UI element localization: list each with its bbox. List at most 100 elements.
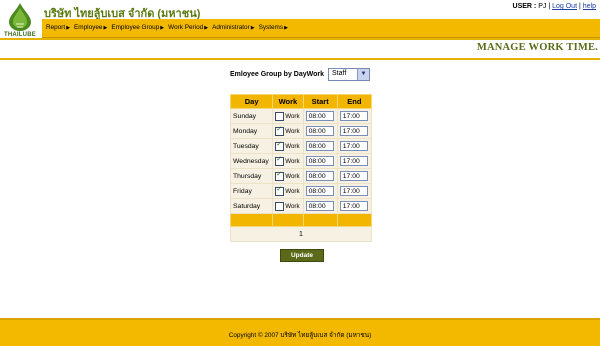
day-cell: Tuesday — [229, 138, 274, 154]
logout-link[interactable]: Log Out — [552, 3, 577, 10]
table-row: Tuesday Work 08:00 17:00 — [229, 138, 373, 154]
end-time-input[interactable]: 17:00 — [339, 186, 368, 196]
start-time-input[interactable]: 08:00 — [305, 126, 334, 136]
end-time-input[interactable]: 17:00 — [339, 141, 368, 151]
start-cell: 08:00 — [302, 198, 338, 214]
menu-item-label: Employee — [74, 24, 103, 31]
start-cell: 08:00 — [302, 138, 338, 154]
work-cell: Work — [272, 123, 304, 139]
work-checkbox[interactable] — [275, 125, 285, 136]
menu-item-systems[interactable]: Systems▶ — [259, 24, 288, 31]
arrow-right-icon: ▶ — [204, 25, 209, 31]
work-label: Work — [285, 112, 300, 120]
menu-item-label: Work Period — [168, 24, 204, 31]
start-cell: 08:00 — [302, 123, 338, 139]
title-divider — [0, 58, 600, 60]
pagination-row: 1 — [230, 226, 372, 242]
user-separator: | — [548, 3, 551, 10]
menu-item-label: Systems — [258, 24, 284, 31]
work-label: Work — [285, 172, 300, 180]
user-label: USER : — [512, 3, 537, 10]
group-select[interactable]: Staff ▼ — [328, 68, 370, 81]
day-cell: Saturday — [229, 198, 274, 214]
menu-item-employee-group[interactable]: Employee Group▶ — [111, 24, 164, 31]
menu-item-work-period[interactable]: Work Period▶ — [168, 24, 208, 31]
end-cell: 17:00 — [336, 183, 373, 199]
table-footer-row — [229, 213, 373, 227]
help-link[interactable]: help — [583, 3, 596, 10]
day-cell: Monday — [229, 123, 274, 139]
update-button[interactable]: Update — [280, 249, 324, 262]
start-time-input[interactable]: 08:00 — [305, 186, 334, 196]
arrow-right-icon: ▶ — [284, 25, 288, 31]
header-divider — [0, 38, 600, 40]
work-label: Work — [285, 157, 300, 165]
end-cell: 17:00 — [336, 123, 373, 139]
start-cell: 08:00 — [302, 183, 338, 199]
link-separator: | — [578, 3, 581, 10]
footer-cell — [229, 213, 274, 227]
work-label: Work — [285, 142, 300, 150]
work-checkbox[interactable] — [275, 155, 285, 166]
end-time-input[interactable]: 17:00 — [339, 126, 368, 136]
menu-bar: Report▶ Employee▶ Employee Group▶ Work Peri… — [42, 19, 600, 38]
work-label: Work — [285, 202, 300, 210]
header-day: Day — [229, 94, 274, 109]
menu-item-administrator[interactable]: Administrator▶ — [212, 24, 255, 31]
table-row: Thursday Work 08:00 17:00 — [229, 168, 373, 184]
work-checkbox[interactable] — [275, 140, 285, 151]
header-end: End — [336, 94, 373, 109]
group-filter-label: Emloyee Group by DayWork — [230, 71, 325, 78]
arrow-right-icon: ▶ — [103, 25, 108, 31]
day-cell: Wednesday — [229, 153, 274, 169]
start-cell: 08:00 — [302, 153, 338, 169]
end-time-input[interactable]: 17:00 — [339, 156, 368, 166]
work-cell: Work — [272, 183, 304, 199]
work-checkbox[interactable] — [275, 185, 285, 196]
menu-item-report[interactable]: Report▶ — [46, 24, 70, 31]
start-time-input[interactable]: 08:00 — [305, 141, 334, 151]
end-time-input[interactable]: 17:00 — [339, 111, 368, 121]
work-checkbox[interactable] — [275, 201, 285, 211]
end-time-input[interactable]: 17:00 — [339, 201, 368, 211]
end-cell: 17:00 — [336, 138, 373, 154]
table-row: Sunday Work 08:00 17:00 — [229, 108, 373, 124]
work-cell: Work — [272, 198, 304, 214]
footer: Copyright © 2007 บริษัท ไทยลู้บเบส จำกัด… — [0, 318, 600, 346]
work-checkbox[interactable] — [275, 111, 285, 121]
arrow-right-icon: ▶ — [160, 25, 165, 31]
start-cell: 08:00 — [302, 168, 338, 184]
work-label: Work — [285, 187, 300, 195]
end-cell: 17:00 — [336, 168, 373, 184]
start-time-input[interactable]: 08:00 — [305, 171, 334, 181]
day-cell: Thursday — [229, 168, 274, 184]
chevron-down-icon[interactable]: ▼ — [357, 69, 369, 80]
arrow-right-icon: ▶ — [250, 25, 255, 31]
start-time-input[interactable]: 08:00 — [305, 111, 334, 121]
menu-item-label: Report — [46, 24, 66, 31]
menu-item-employee[interactable]: Employee▶ — [74, 24, 107, 31]
user-name: PJ — [538, 3, 547, 10]
start-time-input[interactable]: 08:00 — [305, 201, 334, 211]
header-work: Work — [272, 94, 304, 109]
end-cell: 17:00 — [336, 198, 373, 214]
work-checkbox[interactable] — [275, 170, 285, 181]
group-select-value: Staff — [332, 70, 347, 77]
start-time-input[interactable]: 08:00 — [305, 156, 334, 166]
table-row: Saturday Work 08:00 17:00 — [229, 198, 373, 214]
thailube-logo-icon — [9, 3, 31, 31]
work-time-table: Day Work Start End Sunday Work 08:00 17:00 M… — [229, 94, 373, 242]
end-cell: 17:00 — [336, 153, 373, 169]
menu-item-label: Administrator — [212, 24, 250, 31]
page-number[interactable]: 1 — [230, 226, 372, 242]
table-header-row: Day Work Start End — [229, 94, 373, 109]
footer-cell — [272, 213, 304, 227]
work-cell: Work — [272, 108, 304, 124]
work-cell: Work — [272, 168, 304, 184]
arrow-right-icon: ▶ — [66, 25, 71, 31]
start-cell: 08:00 — [302, 108, 338, 124]
end-time-input[interactable]: 17:00 — [339, 171, 368, 181]
day-cell: Friday — [229, 183, 274, 199]
end-cell: 17:00 — [336, 108, 373, 124]
header-start: Start — [302, 94, 338, 109]
